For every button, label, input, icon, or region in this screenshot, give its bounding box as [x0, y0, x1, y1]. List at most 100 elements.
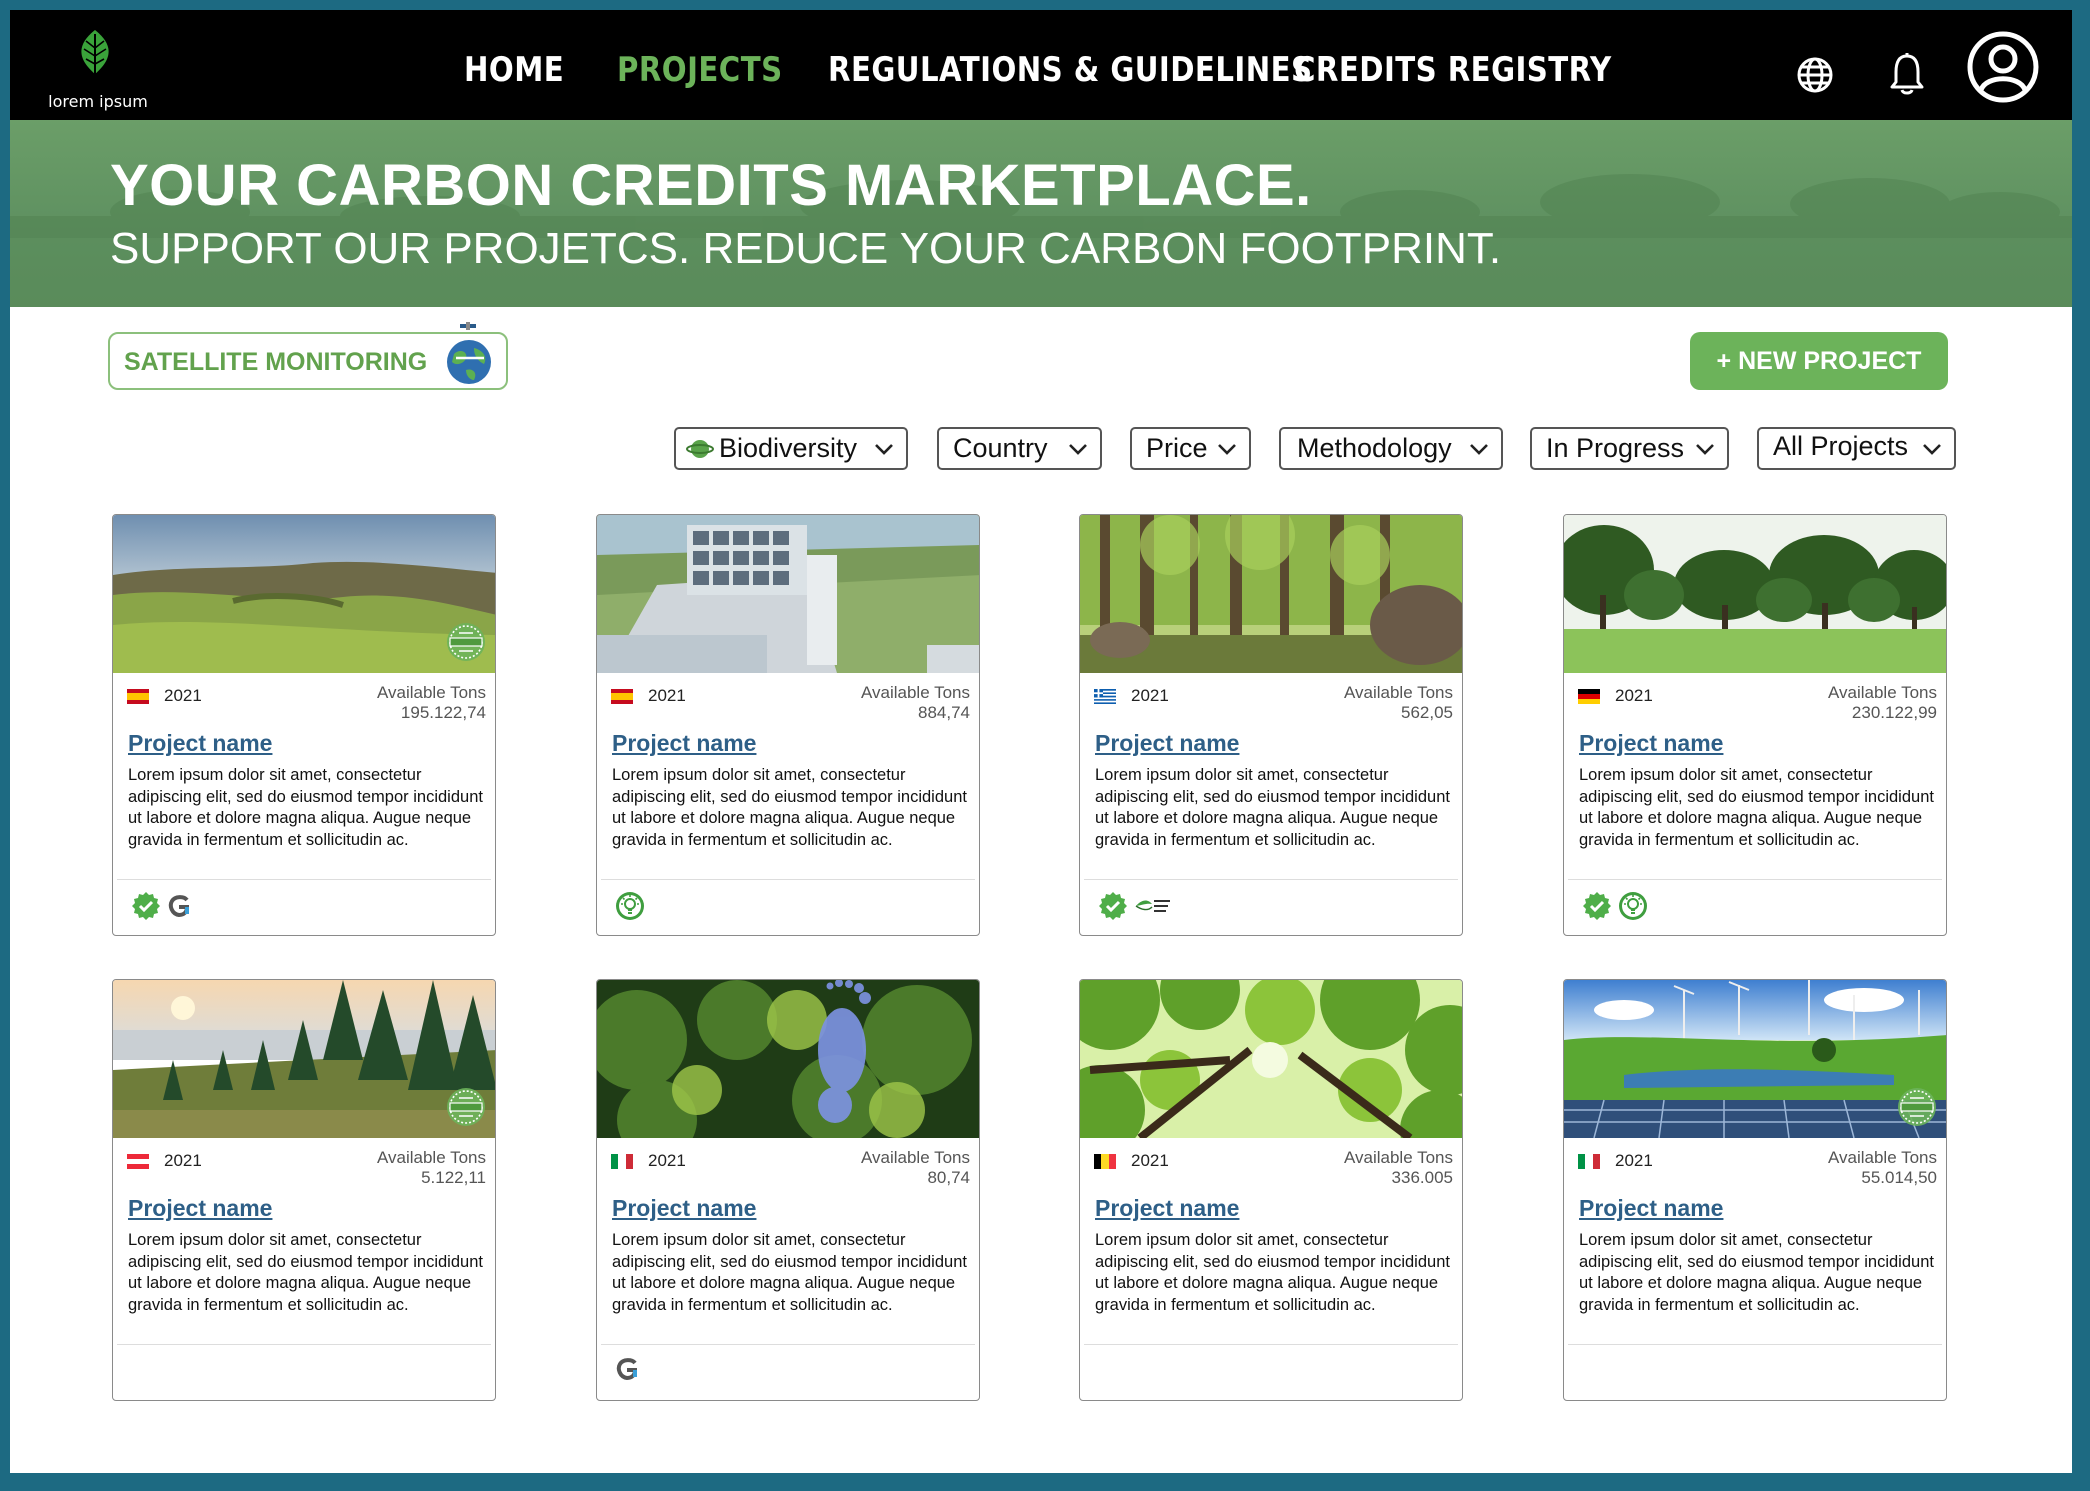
filter-in-progress-label: In Progress — [1546, 433, 1685, 463]
project-image[interactable] — [1080, 980, 1462, 1138]
certified-seal-icon — [1896, 1086, 1938, 1128]
new-project-button[interactable]: + NEW PROJECT — [1690, 332, 1948, 390]
verified-check-icon — [131, 891, 161, 926]
project-name-link[interactable]: Project name — [612, 1195, 756, 1222]
filter-country[interactable]: Country — [937, 427, 1102, 470]
hero-subtitle: SUPPORT OUR PROJETCS. REDUCE YOUR CARBON… — [110, 224, 1502, 273]
austria-flag-icon — [127, 1154, 149, 1169]
nav-home[interactable]: HOME — [464, 50, 564, 90]
filter-price-label: Price — [1146, 433, 1208, 463]
satellite-monitoring-button[interactable]: SATELLITE MONITORING — [108, 322, 508, 390]
card-divider — [117, 879, 491, 880]
globe-icon[interactable] — [1796, 56, 1834, 94]
project-year: 2021 — [1615, 1151, 1653, 1170]
filter-price[interactable]: Price — [1130, 427, 1251, 470]
chevron-down-icon — [1696, 444, 1714, 455]
certification-badges — [1582, 891, 1654, 923]
project-description: Lorem ipsum dolor sit amet, consectetur … — [1095, 766, 1450, 849]
project-name-link[interactable]: Project name — [1095, 1195, 1239, 1222]
project-name-link[interactable]: Project name — [1579, 730, 1723, 757]
card-divider — [1084, 879, 1458, 880]
project-name-link[interactable]: Project name — [1579, 1195, 1723, 1222]
project-description: Lorem ipsum dolor sit amet, consectetur … — [128, 1231, 483, 1314]
project-card[interactable]: 2021 Available Tons 5.122,11 Project name Lo… — [112, 979, 496, 1401]
italy-flag-icon — [611, 1154, 633, 1169]
italy-flag-icon — [1578, 1154, 1600, 1169]
project-description: Lorem ipsum dolor sit amet, consectetur … — [1579, 766, 1934, 849]
project-name-link[interactable]: Project name — [128, 1195, 272, 1222]
project-name-link[interactable]: Project name — [612, 730, 756, 757]
available-tons-value: 195.122,74 — [400, 703, 486, 722]
belgium-flag-icon — [1094, 1154, 1116, 1169]
greece-flag-icon — [1094, 689, 1116, 704]
project-name-link[interactable]: Project name — [1095, 730, 1239, 757]
card-divider — [601, 1344, 975, 1345]
nav-projects[interactable]: PROJECTS — [617, 50, 783, 90]
project-year: 2021 — [648, 686, 686, 705]
verified-check-icon — [1098, 891, 1128, 926]
available-tons-label: Available Tons — [1343, 1148, 1453, 1167]
project-image[interactable] — [113, 515, 495, 673]
filter-all-projects[interactable]: All Projects — [1757, 427, 1956, 470]
brand-logo[interactable]: lorem ipsum — [38, 28, 178, 118]
chevron-down-icon — [1470, 444, 1488, 455]
available-tons-value: 230.122,99 — [1851, 703, 1937, 722]
filter-in-progress[interactable]: In Progress — [1530, 427, 1729, 470]
available-tons-label: Available Tons — [860, 683, 970, 702]
project-card[interactable]: 2021 Available Tons 884,74 Project name Lore… — [596, 514, 980, 936]
satellite-monitoring-label: SATELLITE MONITORING — [124, 348, 428, 376]
chevron-down-icon — [1069, 444, 1087, 455]
filter-biodiversity-label: Biodiversity — [719, 433, 858, 463]
project-image[interactable] — [1564, 980, 1946, 1138]
project-description: Lorem ipsum dolor sit amet, consectetur … — [128, 766, 483, 849]
chevron-down-icon — [1218, 444, 1236, 455]
project-image[interactable] — [1564, 515, 1946, 673]
g-logo-icon — [167, 893, 191, 924]
card-divider — [1568, 879, 1942, 880]
filter-methodology[interactable]: Methodology — [1279, 427, 1503, 470]
notification-bell-icon[interactable] — [1888, 52, 1926, 96]
project-card[interactable]: 2021 Available Tons 195.122,74 Project name… — [112, 514, 496, 936]
project-year: 2021 — [1131, 686, 1169, 705]
available-tons-label: Available Tons — [376, 683, 486, 702]
nav-credits-registry[interactable]: CREDITS REGISTRY — [1294, 50, 1612, 90]
certified-seal-icon — [445, 1086, 487, 1128]
card-divider — [1084, 1344, 1458, 1345]
project-image[interactable] — [113, 980, 495, 1138]
available-tons-value: 55.014,50 — [1861, 1168, 1937, 1187]
bulb-seal-icon — [615, 891, 645, 926]
chevron-down-icon — [1923, 444, 1941, 455]
hero-banner: YOUR CARBON CREDITS MARKETPLACE. SUPPORT… — [10, 120, 2072, 307]
filter-methodology-label: Methodology — [1297, 433, 1452, 463]
filter-biodiversity[interactable]: Biodiversity — [674, 427, 908, 470]
brand-logo-text: lorem ipsum — [48, 92, 148, 111]
germany-flag-icon — [1578, 689, 1600, 704]
project-description: Lorem ipsum dolor sit amet, consectetur … — [1579, 1231, 1934, 1314]
american-carbon-registry-icon — [1134, 896, 1172, 921]
app-frame: lorem ipsum HOME PROJECTS REGULATIONS & … — [10, 10, 2072, 1473]
project-card[interactable]: 2021 Available Tons 562,05 Project name Lore… — [1079, 514, 1463, 936]
project-card[interactable]: 2021 Available Tons 336.005 Project name Lor… — [1079, 979, 1463, 1401]
certification-badges — [615, 1356, 645, 1388]
available-tons-value: 336.005 — [1391, 1168, 1453, 1187]
project-name-link[interactable]: Project name — [128, 730, 272, 757]
filter-country-label: Country — [953, 433, 1048, 463]
spain-flag-icon — [611, 689, 633, 704]
project-card[interactable]: 2021 Available Tons 80,74 Project name Lorem… — [596, 979, 980, 1401]
g-logo-icon — [615, 1356, 639, 1387]
satellite-globe-icon — [447, 322, 491, 384]
project-image[interactable] — [597, 515, 979, 673]
available-tons-label: Available Tons — [860, 1148, 970, 1167]
certification-badges — [1098, 891, 1178, 923]
verified-check-icon — [1582, 891, 1612, 926]
project-card[interactable]: 2021 Available Tons 55.014,50 Project name L… — [1563, 979, 1947, 1401]
user-account-icon[interactable] — [1966, 30, 2040, 104]
project-image[interactable] — [597, 980, 979, 1138]
nav-regulations-guidelines[interactable]: REGULATIONS & GUIDELINES — [828, 50, 1313, 90]
project-image[interactable] — [1080, 515, 1462, 673]
certified-seal-icon — [445, 621, 487, 663]
project-card[interactable]: 2021 Available Tons 230.122,99 Project name… — [1563, 514, 1947, 936]
chevron-down-icon — [875, 444, 893, 455]
available-tons-label: Available Tons — [376, 1148, 486, 1167]
certification-badges — [131, 891, 197, 923]
